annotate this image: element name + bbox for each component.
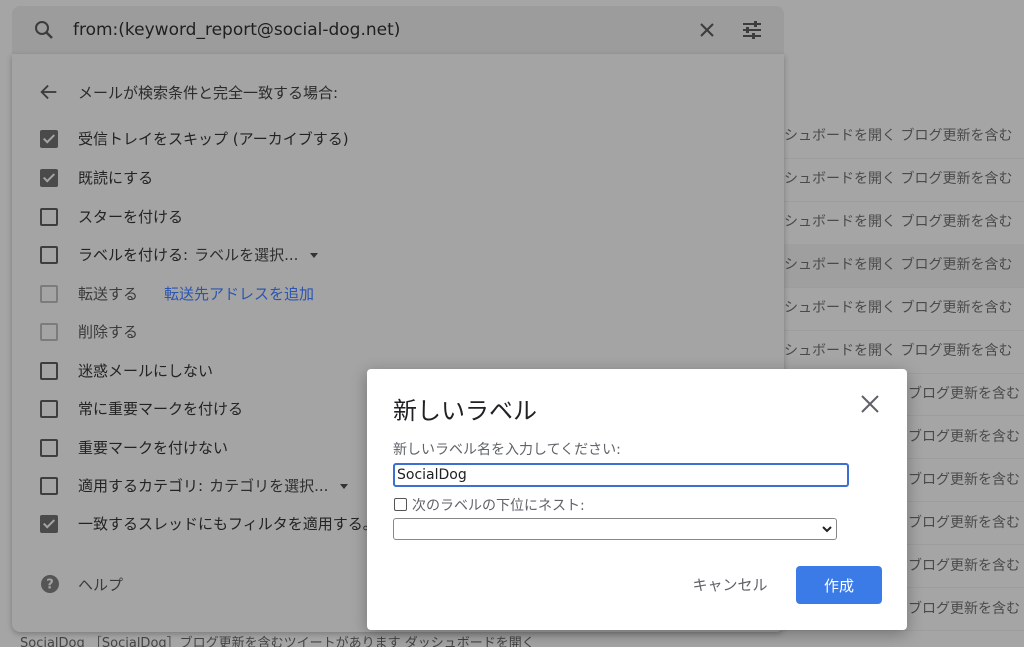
email-snippet: シュボードを開く ブログ更新を含む <box>784 214 1013 230</box>
email-row-partial[interactable]: SocialDog ［SocialDog］ブログ更新を含むツイートがあります ダ… <box>20 632 1020 647</box>
email-snippet: ブログ更新を含む <box>908 601 1020 617</box>
checkbox-forward[interactable] <box>40 285 58 303</box>
email-snippet: シュボードを開く ブログ更新を含む <box>784 171 1013 187</box>
option-skip-inbox[interactable]: 受信トレイをスキップ (アーカイブする) <box>40 128 740 150</box>
close-icon[interactable] <box>859 393 881 415</box>
create-button[interactable]: 作成 <box>796 566 882 604</box>
close-icon[interactable] <box>695 18 719 42</box>
cancel-button[interactable]: キャンセル <box>685 566 775 602</box>
checkbox-never-important[interactable] <box>40 439 58 457</box>
search-bar: from:(keyword_report@social-dog.net) <box>12 6 784 54</box>
option-label: 受信トレイをスキップ (アーカイブする) <box>78 130 349 148</box>
checkbox-always-important[interactable] <box>40 400 58 418</box>
option-label: 転送する <box>78 285 139 303</box>
email-row[interactable]: シュボードを開く ブログ更新を含む <box>784 115 1024 159</box>
email-snippet: ブログ更新を含む <box>908 429 1020 445</box>
email-snippet: シュボードを開く ブログ更新を含む <box>784 300 1013 316</box>
checkbox-skip-inbox[interactable] <box>40 130 58 148</box>
checkbox-delete[interactable] <box>40 323 58 341</box>
parent-label-select[interactable] <box>393 518 837 540</box>
option-apply-label[interactable]: ラベルを付ける: ラベルを選択... <box>40 244 740 266</box>
label-select[interactable]: ラベルを選択... <box>194 246 298 264</box>
option-label: 重要マークを付けない <box>78 439 229 457</box>
email-row[interactable]: シュボードを開く ブログ更新を含む <box>784 201 1024 245</box>
option-label-row: 適用するカテゴリ: カテゴリを選択... <box>78 475 349 496</box>
option-label: 既読にする <box>78 169 154 187</box>
search-icon[interactable] <box>32 18 56 42</box>
checkbox-mark-read[interactable] <box>40 169 58 187</box>
dialog-title: 新しいラベル <box>393 397 537 425</box>
search-input[interactable]: from:(keyword_report@social-dog.net) <box>73 20 400 40</box>
email-snippet: ブログ更新を含む <box>908 472 1020 488</box>
filter-panel-title: メールが検索条件と完全一致する場合: <box>78 84 339 102</box>
nest-checkbox[interactable] <box>394 498 407 511</box>
help-link[interactable]: ヘルプ <box>78 574 123 595</box>
checkbox-apply-to-threads[interactable] <box>40 515 58 533</box>
email-row[interactable]: シュボードを開く ブログ更新を含む <box>784 330 1024 374</box>
email-snippet: ブログ更新を含む <box>908 515 1020 531</box>
email-row[interactable]: シュボードを開く ブログ更新を含む <box>784 244 1024 288</box>
option-label: 常に重要マークを付ける <box>78 400 244 418</box>
add-forwarding-address-link[interactable]: 転送先アドレスを追加 <box>164 283 314 304</box>
category-select[interactable]: カテゴリを選択... <box>209 477 328 495</box>
new-label-dialog: 新しいラベル 新しいラベル名を入力してください: 次のラベルの下位にネスト: キ… <box>367 369 907 630</box>
option-label: 適用するカテゴリ: <box>78 477 204 495</box>
chevron-down-icon <box>822 526 832 533</box>
help-icon[interactable]: ? <box>40 574 60 594</box>
option-forward[interactable]: 転送する 転送先アドレスを追加 <box>40 283 740 305</box>
checkbox-never-spam[interactable] <box>40 362 58 380</box>
option-label: 一致するスレッドにもフィルタを適用する。 <box>78 515 378 533</box>
checkbox-category[interactable] <box>40 477 58 495</box>
option-label-row: ラベルを付ける: ラベルを選択... <box>78 244 319 265</box>
email-row[interactable]: シュボードを開く ブログ更新を含む <box>784 287 1024 331</box>
caret-down-icon <box>310 253 319 258</box>
search-options-icon[interactable] <box>740 18 764 42</box>
label-name-input[interactable] <box>393 463 849 487</box>
caret-down-icon <box>340 484 349 489</box>
option-mark-read[interactable]: 既読にする <box>40 167 740 189</box>
arrow-back-icon[interactable] <box>38 81 60 103</box>
nest-label: 次のラベルの下位にネスト: <box>412 498 585 514</box>
email-snippet: ブログ更新を含む <box>908 558 1020 574</box>
option-label: 削除する <box>78 323 139 341</box>
email-snippet: シュボードを開く ブログ更新を含む <box>784 128 1013 144</box>
email-row[interactable]: シュボードを開く ブログ更新を含む <box>784 158 1024 202</box>
email-snippet: シュボードを開く ブログ更新を含む <box>784 343 1013 359</box>
option-label: ラベルを付ける: <box>78 246 189 264</box>
email-snippet: シュボードを開く ブログ更新を含む <box>784 257 1013 273</box>
checkbox-star[interactable] <box>40 208 58 226</box>
option-label: スターを付ける <box>78 208 184 226</box>
option-label: 迷惑メールにしない <box>78 362 214 380</box>
email-snippet: ブログ更新を含む <box>908 386 1020 402</box>
checkbox-apply-label[interactable] <box>40 246 58 264</box>
option-star[interactable]: スターを付ける <box>40 206 740 228</box>
svg-text:?: ? <box>46 578 54 593</box>
label-name-prompt: 新しいラベル名を入力してください: <box>393 442 621 458</box>
option-delete[interactable]: 削除する <box>40 321 740 343</box>
